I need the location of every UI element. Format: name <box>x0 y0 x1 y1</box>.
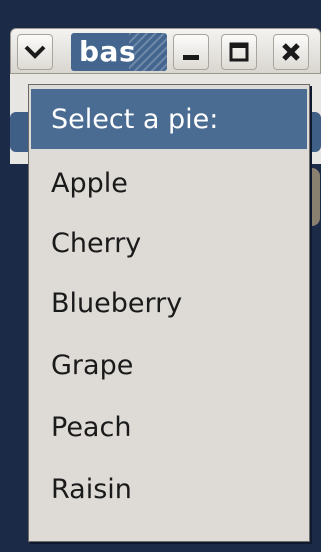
menu-item-raisin[interactable]: Raisin <box>31 459 307 519</box>
window-menu-button[interactable] <box>17 34 53 70</box>
close-button[interactable] <box>273 34 309 70</box>
menu-header[interactable]: Select a pie: <box>31 89 307 149</box>
minimize-icon <box>183 55 199 60</box>
maximize-icon <box>229 42 249 62</box>
pie-dropdown-menu[interactable]: Select a pie: Apple Cherry Blueberry Gra… <box>28 84 310 542</box>
menu-item-peach[interactable]: Peach <box>31 397 307 457</box>
menu-item-blueberry[interactable]: Blueberry <box>31 273 307 333</box>
minimize-button[interactable] <box>173 34 209 70</box>
chevron-down-icon <box>24 45 46 59</box>
menu-item-cherry[interactable]: Cherry <box>31 213 307 273</box>
window-title-tab[interactable]: bas <box>71 33 167 71</box>
window-title: bas <box>79 35 137 68</box>
menu-item-apple[interactable]: Apple <box>31 153 307 213</box>
window-titlebar[interactable]: bas <box>10 28 321 74</box>
close-icon <box>282 43 300 61</box>
menu-item-grape[interactable]: Grape <box>31 335 307 395</box>
maximize-button[interactable] <box>221 34 257 70</box>
